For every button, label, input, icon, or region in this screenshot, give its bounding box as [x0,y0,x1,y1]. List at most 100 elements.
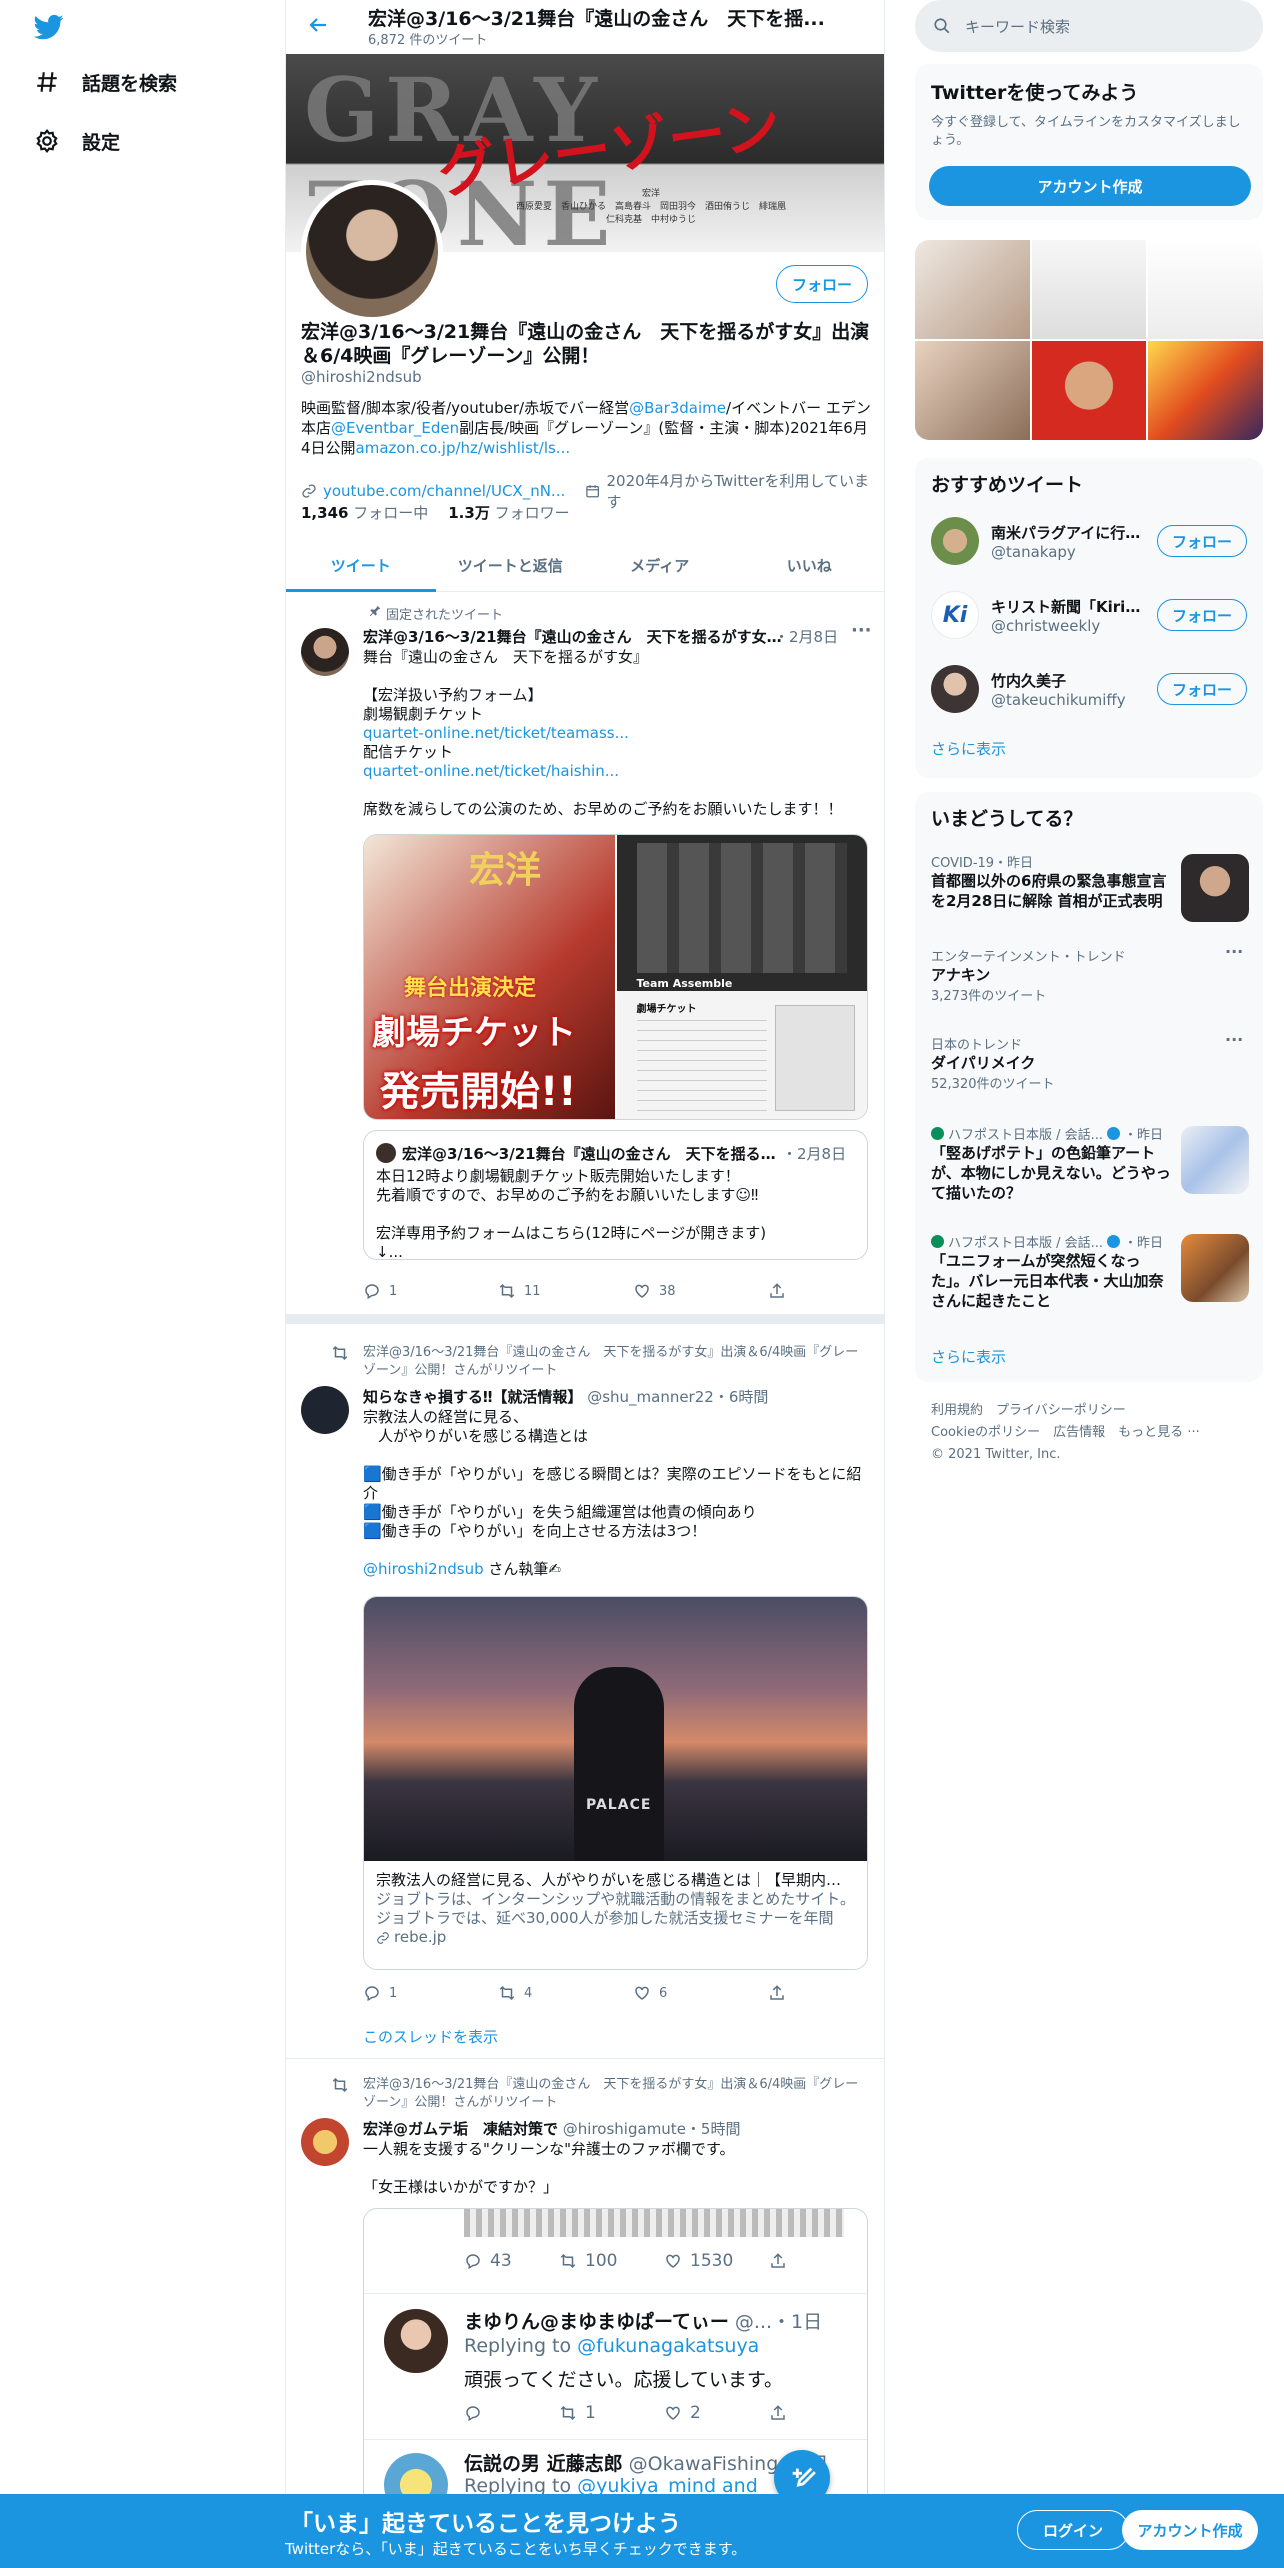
signup-button[interactable]: アカウント作成 [929,166,1251,206]
tweet-link-2[interactable]: quartet-online.net/ticket/haishin... [363,762,868,781]
tweet-time[interactable]: ・6時間 [714,1388,769,1406]
tab-media[interactable]: メディア [585,540,735,591]
tweet-author-handle[interactable]: @hiroshigamute [563,2120,686,2138]
recommended-name[interactable]: キリスト新聞「Kiris... [991,596,1141,617]
trend-thumbnail[interactable] [1181,1234,1249,1302]
gallery-thumb-6[interactable] [1148,341,1263,440]
bio-mention-bar[interactable]: @Bar3daime [629,399,726,417]
trend-item[interactable]: ハフポスト日本版 / 会話... ・昨日 「竪あげポテト」の色鉛筆アートが、本物に… [931,1124,1171,1203]
recommended-handle[interactable]: @takeuchikumiffy [991,691,1141,709]
retweet-button[interactable]: 4 [498,1984,633,2002]
tweet-author-name[interactable]: 宏洋@3/16〜3/21舞台『遠山の金さん 天下を揺るがす女... [363,626,783,647]
tweet-author-name[interactable]: 宏洋@ガムテ垢 凍結対策で [363,2120,558,2138]
twitter-bird-icon[interactable] [32,12,66,42]
more-icon[interactable]: ··· [851,620,872,641]
footer-cookie[interactable]: Cookieのポリシー [931,1425,1040,1440]
tweet-date[interactable]: ・2月8日 [774,626,838,647]
reply-button[interactable]: 1 [363,1984,498,2002]
kirisuto-logo[interactable]: Ki [931,591,979,639]
gear-icon [36,128,58,154]
followers-count[interactable]: 1.3万 フォロワー [448,502,569,523]
tweet-author-handle[interactable]: @shu_manner22 [587,1388,714,1406]
retweeted-by[interactable]: 宏洋@3/16〜3/21舞台『遠山の金さん 天下を揺るがす女』出演＆6/4映画『… [363,1344,868,1380]
login-button[interactable]: ログイン [1017,2510,1129,2550]
like-button[interactable]: 38 [633,1282,768,1300]
tweet-avatar[interactable] [301,1386,349,1434]
footer-terms[interactable]: 利用規約 [931,1403,983,1418]
tweet-avatar[interactable] [301,2118,349,2166]
trend-category: ハフポスト日本版 / 会話... [948,1236,1104,1251]
trend-item[interactable]: エンターテインメント・トレンド アナキン 3,273件のツイート [931,946,1251,1004]
tweet-time[interactable]: ・5時間 [686,2120,741,2138]
follow-button[interactable]: フォロー [1157,599,1247,631]
tweet-mention[interactable]: @hiroshi2ndsub [363,1560,484,1578]
recommended-name[interactable]: 竹内久美子 [991,670,1141,691]
retweet-button[interactable]: 11 [498,1282,633,1300]
nav-explore[interactable]: 話題を検索 [34,60,177,104]
back-arrow-icon[interactable] [306,13,330,37]
tweet-author-name[interactable]: 知らなきゃ損する‼【就活情報】 [363,1388,582,1406]
follow-button[interactable]: フォロー [776,265,868,303]
tweet-avatar[interactable] [301,628,349,676]
signup-button-bottom[interactable]: アカウント作成 [1122,2510,1258,2550]
footer-ads[interactable]: 広告情報 [1053,1425,1105,1440]
tab-tweets[interactable]: ツイート [286,540,436,592]
trend-thumbnail[interactable] [1181,1126,1249,1194]
recommended-handle[interactable]: @tanakapy [991,543,1141,561]
tweet-media[interactable]: 宏洋 舞台出演決定 劇場チケット 発売開始!! Team Assemble 劇場… [363,834,868,1120]
reply-button[interactable]: 1 [363,1282,498,1300]
trends-show-more[interactable]: さらに表示 [931,1346,1006,1367]
tweet-retweeted[interactable]: 宏洋@3/16〜3/21舞台『遠山の金さん 天下を揺るがす女』出演＆6/4映画『… [286,1324,884,2058]
gallery-thumb-3[interactable] [1148,240,1263,339]
tweet-link-1[interactable]: quartet-online.net/ticket/teamass... [363,724,868,743]
media-gallery[interactable] [915,240,1263,440]
tweet-retweeted-2[interactable]: 宏洋@3/16〜3/21舞台『遠山の金さん 天下を揺るがす女』出演＆6/4映画『… [286,2060,884,2494]
recommended-name[interactable]: 南米パラグアイに行... [991,522,1141,543]
share-button[interactable] [768,1282,903,1300]
profile-url-text[interactable]: youtube.com/channel/UCX_nN... [323,482,565,500]
recommended-show-more[interactable]: さらに表示 [931,738,1006,759]
recommended-handle[interactable]: @christweekly [991,617,1141,635]
like-button[interactable]: 6 [633,1984,768,2002]
trend-thumbnail[interactable] [1181,854,1249,922]
tab-likes[interactable]: いいね [735,540,885,591]
link-card-body: 宗教法人の経営に見る、人がやりがいを感じる構造とは｜【早期内定... ジョブトラ… [364,1861,867,1957]
gallery-thumb-1[interactable] [915,240,1030,339]
recommended-avatar[interactable] [931,665,979,713]
retweeted-by[interactable]: 宏洋@3/16〜3/21舞台『遠山の金さん 天下を揺るがす女』出演＆6/4映画『… [363,2076,868,2112]
tweet-pinned[interactable]: 固定されたツイート 宏洋@3/16〜3/21舞台『遠山の金さん 天下を揺るがす女… [286,592,884,1314]
trend-source: ハフポスト日本版 / 会話... ・昨日 [931,1232,1171,1251]
profile-avatar[interactable] [301,180,443,322]
follow-button[interactable]: フォロー [1157,525,1247,557]
recommended-avatar[interactable] [931,517,979,565]
tweet-text: 一人親を支援する"クリーンな"弁護士のファボ欄です。 「女王様はいかがですか？」 [363,2140,735,2196]
search-box[interactable]: キーワード検索 [915,0,1263,52]
footer-more[interactable]: もっと見る [1118,1425,1183,1440]
show-thread-link[interactable]: このスレッドを表示 [363,2026,498,2047]
tab-tweets-replies[interactable]: ツイートと返信 [436,540,586,591]
gallery-thumb-2[interactable] [1031,240,1147,339]
bio-wishlist-link[interactable]: amazon.co.jp/hz/wishlist/ls... [356,439,571,457]
trend-item[interactable]: 日本のトレンド ダイパリメイク 52,320件のツイート [931,1034,1251,1092]
recommended-item[interactable]: 竹内久美子 @takeuchikumiffy フォロー [915,652,1263,726]
screenshot-like-count: 1530 [690,2251,734,2271]
trend-item[interactable]: COVID-19・昨日 首都圏以外の6府県の緊急事態宣言を2月28日に解除 首相… [931,852,1171,911]
bio-mention-eden[interactable]: @Eventbar_Eden [331,419,459,437]
trend-item[interactable]: ハフポスト日本版 / 会話... ・昨日 「ユニフォームが突然短くなった」。バレー… [931,1232,1171,1311]
nav-settings[interactable]: 設定 [34,119,120,163]
following-count[interactable]: 1,346 フォロー中 [301,502,428,523]
footer-privacy[interactable]: プライバシーポリシー [996,1403,1126,1418]
follow-button[interactable]: フォロー [1157,673,1247,705]
recommended-item[interactable]: Ki キリスト新聞「Kiris... @christweekly フォロー [915,578,1263,652]
quoted-tweet[interactable]: 宏洋@3/16〜3/21舞台『遠山の金さん 天下を揺るがす女... ・2月8日 … [363,1130,868,1260]
media-image-left[interactable]: 宏洋 舞台出演決定 劇場チケット 発売開始!! [364,835,615,1119]
media-image-right[interactable]: Team Assemble 劇場チケット [616,835,867,1119]
more-icon[interactable]: ··· [1225,1030,1243,1049]
screenshot-retweet-count: 100 [585,2251,618,2271]
link-card[interactable]: PALACE 宗教法人の経営に見る、人がやりがいを感じる構造とは｜【早期内定..… [363,1596,868,1970]
recommended-item[interactable]: 南米パラグアイに行... @tanakapy フォロー [915,504,1263,578]
share-button[interactable] [768,1984,903,2002]
gallery-thumb-4[interactable] [915,341,1030,440]
more-icon[interactable]: ··· [1225,942,1243,961]
gallery-thumb-5[interactable] [1031,341,1147,440]
